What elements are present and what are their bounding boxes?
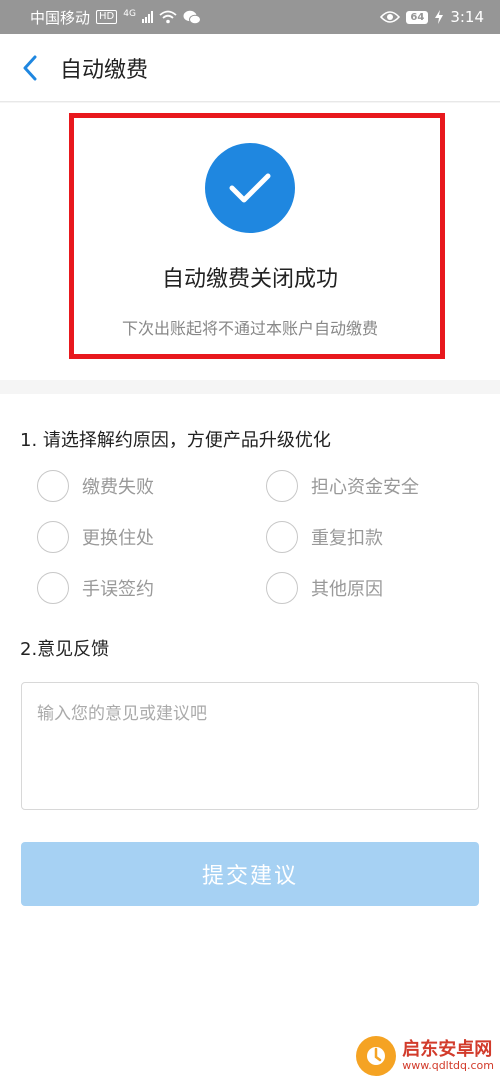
option-label: 手误签约 (82, 579, 154, 600)
feedback-form: 1. 请选择解约原因，方便产品升级优化 缴费失败 担心资金安全 更换住处 重复扣… (0, 394, 500, 1084)
result-subtitle: 下次出账起将不通过本账户自动缴费 (121, 319, 378, 338)
success-check-icon (205, 143, 295, 233)
chevron-left-icon (23, 55, 37, 80)
hd-badge: HD (96, 10, 118, 24)
charging-icon (435, 10, 444, 24)
reason-question-title: 1. 请选择解约原因，方便产品升级优化 (20, 430, 331, 451)
option-label: 更换住处 (82, 528, 154, 549)
reason-option-fund-safety[interactable]: 担心资金安全 (266, 469, 419, 503)
status-right: 64 3:14 (380, 8, 484, 26)
signal-icon (141, 11, 153, 23)
reason-option-accidental-signup[interactable]: 手误签约 (37, 571, 154, 605)
result-title: 自动缴费关闭成功 (161, 267, 338, 292)
radio-button[interactable] (266, 572, 298, 604)
submit-feedback-button[interactable]: 提交建议 (21, 842, 479, 906)
radio-button[interactable] (266, 470, 298, 502)
back-button[interactable] (0, 34, 60, 102)
network-type: 4G (123, 9, 136, 19)
nav-bar: 自动缴费 (0, 34, 500, 102)
feedback-question-title: 2.意见反馈 (20, 639, 110, 660)
wechat-icon (183, 10, 201, 24)
watermark-logo (356, 1036, 397, 1076)
reason-option-other[interactable]: 其他原因 (266, 571, 383, 605)
watermark: 启东安卓网 www.qdltdq.com (356, 1036, 494, 1076)
option-label: 缴费失败 (82, 477, 154, 498)
reason-option-moved[interactable]: 更换住处 (37, 520, 154, 554)
status-left: 中国移动 HD 4G (30, 7, 201, 28)
radio-button[interactable] (37, 470, 69, 502)
battery-icon: 64 (406, 10, 429, 24)
clock: 3:14 (450, 8, 484, 26)
result-panel: 自动缴费关闭成功 下次出账起将不通过本账户自动缴费 (0, 103, 500, 380)
watermark-text: 启东安卓网 www.qdltdq.com (402, 1040, 494, 1072)
wifi-icon (159, 10, 177, 24)
reason-option-duplicate-charge[interactable]: 重复扣款 (266, 520, 383, 554)
radio-button[interactable] (37, 521, 69, 553)
reason-option-payment-failed[interactable]: 缴费失败 (37, 469, 154, 503)
watermark-url: www.qdltdq.com (402, 1058, 494, 1072)
watermark-name: 启东安卓网 (402, 1039, 493, 1061)
radio-button[interactable] (266, 521, 298, 553)
status-bar: 中国移动 HD 4G 64 3:14 (0, 0, 500, 34)
feedback-input[interactable] (21, 682, 479, 810)
option-label: 其他原因 (311, 579, 383, 600)
option-label: 重复扣款 (311, 528, 383, 549)
carrier-name: 中国移动 (30, 8, 91, 27)
eye-icon (380, 11, 401, 23)
radio-button[interactable] (37, 572, 69, 604)
page-title: 自动缴费 (60, 57, 149, 83)
option-label: 担心资金安全 (311, 477, 419, 498)
